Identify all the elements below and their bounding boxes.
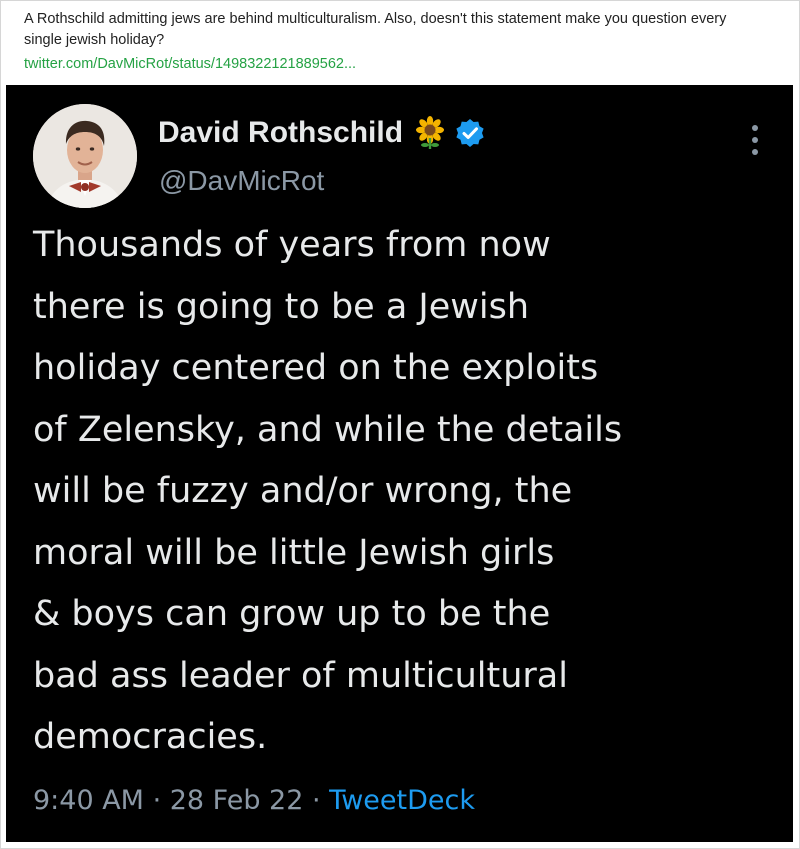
tweet-text: Thousands of years from now there is goi… xyxy=(33,215,778,769)
tweet-text-line: there is going to be a Jewish xyxy=(33,286,530,327)
tweet-screenshot[interactable]: David Rothschild @DavMicRot Thousands of… xyxy=(6,85,793,842)
tweet-text-line: Thousands of years from now xyxy=(33,225,551,265)
sunflower-icon xyxy=(413,116,447,150)
tweet-text-line: democracies. xyxy=(33,717,268,757)
avatar[interactable] xyxy=(33,104,137,208)
display-name[interactable]: David Rothschild xyxy=(158,113,403,153)
tweet-date[interactable]: 28 Feb 22 xyxy=(170,785,304,816)
verified-icon xyxy=(455,118,485,148)
tweet-time[interactable]: 9:40 AM xyxy=(33,785,144,816)
tweet-text-line: of Zelensky, and while the details xyxy=(33,409,623,450)
tweet-text-line: will be fuzzy and/or wrong, the xyxy=(33,471,573,511)
tweet-text-line: moral will be little Jewish girls xyxy=(33,532,555,573)
tweet-link[interactable]: twitter.com/DavMicRot/status/14983221218… xyxy=(24,54,356,74)
meta-separator: · xyxy=(303,785,330,816)
meta-separator: · xyxy=(143,785,170,816)
tweet-text-line: bad ass leader of multicultural xyxy=(33,655,568,696)
post-card: A Rothschild admitting jews are behind m… xyxy=(0,0,800,849)
post-text: A Rothschild admitting jews are behind m… xyxy=(24,11,727,48)
tweet-metadata: 9:40 AM · 28 Feb 22 · TweetDeck xyxy=(33,781,475,821)
tweet-text-line: holiday centered on the exploits xyxy=(33,348,599,388)
more-options-icon[interactable] xyxy=(745,123,765,157)
display-name-row: David Rothschild xyxy=(158,113,485,153)
user-handle[interactable]: @DavMicRot xyxy=(159,163,324,199)
tweet-source-link[interactable]: TweetDeck xyxy=(329,785,475,816)
avatar-image xyxy=(33,104,137,208)
tweet-text-line: & boys can grow up to be the xyxy=(33,594,551,634)
